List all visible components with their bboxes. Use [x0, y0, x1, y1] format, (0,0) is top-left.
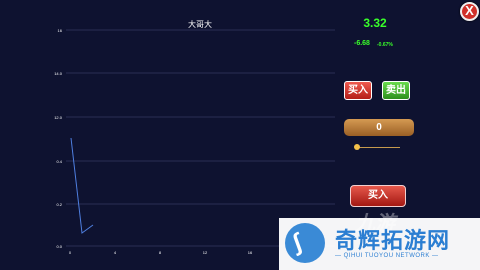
- price-change-percent: -0.67%: [377, 42, 393, 48]
- x-tick-label: 16: [248, 250, 253, 255]
- y-tick-label: 0.0: [56, 244, 62, 249]
- confirm-buy-button[interactable]: 买入: [350, 185, 406, 207]
- y-tick-label: 14.0: [54, 71, 63, 76]
- watermark-logo-icon: ∫: [285, 223, 325, 263]
- sell-button[interactable]: 卖出: [382, 81, 410, 100]
- current-price: 3.32: [363, 16, 387, 30]
- quantity-slider-knob[interactable]: [354, 144, 360, 150]
- watermark-text: 奇辉拓游网: [335, 228, 451, 253]
- series-line: [70, 137, 94, 234]
- close-button[interactable]: X: [460, 2, 479, 21]
- buy-button[interactable]: 买入: [344, 81, 372, 100]
- price-change: -6.68: [354, 40, 370, 47]
- x-tick-label: 8: [159, 250, 162, 255]
- x-tick-label: 4: [114, 250, 117, 255]
- quantity-display: 0: [344, 119, 414, 136]
- y-tick-label: 0.2: [56, 202, 62, 207]
- watermark: ∫ 奇辉拓游网 — QIHUI TUOYOU NETWORK —: [279, 218, 480, 270]
- x-tick-label: 0: [69, 250, 72, 255]
- x-tick-label: 12: [203, 250, 208, 255]
- y-tick-label: 12.0: [54, 115, 63, 120]
- quantity-slider-track[interactable]: [356, 147, 400, 148]
- watermark-subtext: — QIHUI TUOYOU NETWORK —: [335, 253, 439, 259]
- y-tick-label: 0.4: [56, 159, 62, 164]
- y-tick-label: 16: [58, 28, 63, 33]
